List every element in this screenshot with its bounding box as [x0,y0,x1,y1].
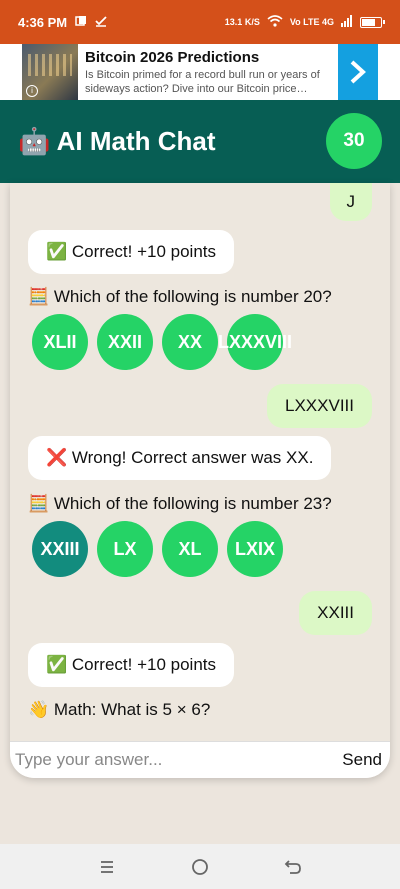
download-check-icon [95,15,107,30]
message-text: ✅ Correct! +10 points [46,655,216,674]
message-text: J [346,192,356,211]
notification-icon [75,15,87,30]
signal-icon [341,15,353,29]
back-icon[interactable] [279,853,307,881]
question-text: 🧮 Which of the following is number 20? [28,287,332,306]
option-button[interactable]: XX [162,314,218,370]
status-bar: 4:36 PM 13.1 K/S Vo LTE 4G [0,0,400,44]
battery-icon [360,16,385,28]
message-text: ✅ Correct! +10 points [46,242,216,261]
user-message: XXIII [299,591,372,635]
page-title: 🤖 AI Math Chat [18,126,216,156]
message-text: LXXXVIII [285,396,354,415]
ad-info-icon[interactable]: i [26,85,38,97]
message-text: XXIII [317,603,354,622]
answer-options: XXIII LX XL LXIX [32,521,283,577]
network-type: Vo LTE 4G [289,17,334,27]
net-speed: 13.1 K/S [224,17,260,27]
system-nav-bar [0,844,400,889]
answer-input-bar: Send [10,741,390,778]
status-time: 4:36 PM [18,14,68,30]
answer-input[interactable] [15,750,343,770]
wifi-icon [267,15,283,29]
option-button[interactable]: LXXXVIII [218,314,292,370]
user-message: J [329,183,372,221]
option-button[interactable]: LXIX [227,521,283,577]
option-button[interactable]: XL [162,521,218,577]
app-header: 🤖 AI Math Chat 30 [0,100,400,183]
answer-options: XLII XXII XX LXXXVIII [32,314,292,370]
send-button[interactable]: Send [342,750,385,770]
score-badge: 30 [326,113,382,169]
user-message: LXXXVIII [267,384,372,428]
chevron-right-icon[interactable] [338,44,378,100]
question-text: 👋 Math: What is 5 × 6? [28,700,211,719]
ad-image: i [22,44,78,100]
option-button[interactable]: XLII [32,314,88,370]
option-button-selected[interactable]: XXIII [32,521,88,577]
ad-banner[interactable]: i Bitcoin 2026 Predictions Is Bitcoin pr… [0,44,400,100]
message-text: ❌ Wrong! Correct answer was XX. [46,448,314,467]
bot-message: ✅ Correct! +10 points [28,230,234,274]
menu-icon[interactable] [93,853,121,881]
bot-message: ❌ Wrong! Correct answer was XX. [28,436,332,480]
ad-description: Is Bitcoin primed for a record bull run … [85,68,320,95]
home-icon[interactable] [186,853,214,881]
option-button[interactable]: XXII [97,314,153,370]
option-button[interactable]: LX [97,521,153,577]
chat-container[interactable]: J ✅ Correct! +10 points 🧮 Which of the f… [10,183,390,778]
ad-title[interactable]: Bitcoin 2026 Predictions [85,49,332,66]
bot-message: ✅ Correct! +10 points [28,643,234,687]
question-text: 🧮 Which of the following is number 23? [28,494,332,513]
